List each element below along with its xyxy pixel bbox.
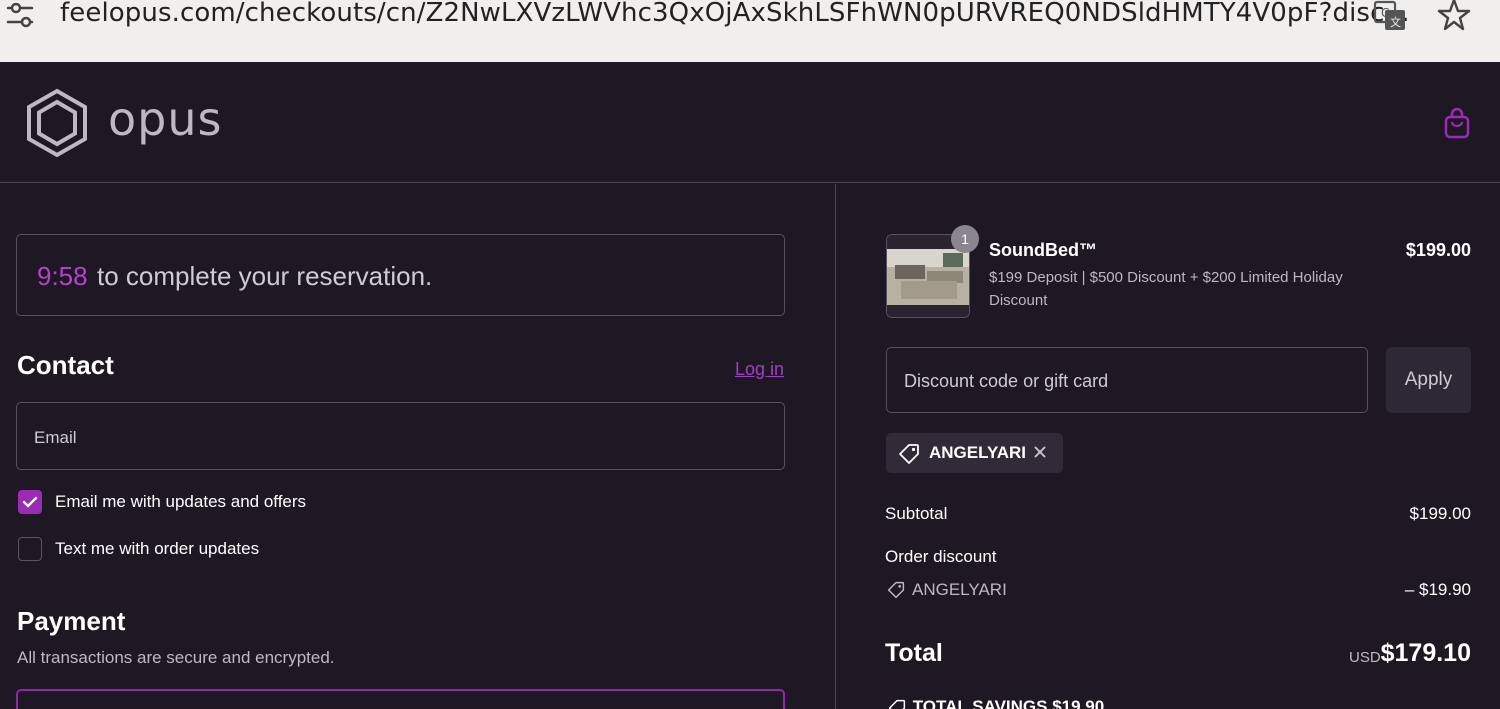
subtotal-value: $199.00 [1409,504,1471,523]
sms-updates-checkbox[interactable] [18,537,42,561]
apply-discount-button[interactable]: Apply [1386,347,1471,413]
discount-code-input[interactable]: Discount code or gift card [886,347,1368,413]
payment-method-option[interactable] [16,689,785,709]
opus-logo-icon[interactable] [22,88,92,158]
svg-text:文: 文 [1390,15,1401,29]
total-currency: USD [1349,649,1381,666]
site-settings-icon[interactable] [4,0,40,36]
order-discount-code-label: ANGELYARI [912,580,1007,599]
tag-icon [887,581,905,599]
login-link[interactable]: Log in [735,359,784,380]
savings-tag-icon [888,699,906,709]
payment-heading: Payment [17,606,126,636]
translate-icon[interactable]: G 文 [1372,0,1408,32]
product-price: $199.00 [1405,240,1471,260]
tag-icon [899,444,919,464]
shopping-bag-icon[interactable] [1442,106,1472,140]
countdown-message: to complete your reservation. [97,261,433,291]
svg-text:G: G [1381,6,1390,20]
total-savings-text: TOTAL SAVINGS $19.90 [912,697,1105,709]
email-updates-label: Email me with updates and offers [55,492,307,511]
order-discount-label: Order discount [885,547,997,566]
total-label: Total [885,639,943,667]
contact-heading: Contact [17,350,114,380]
email-updates-checkbox[interactable] [18,490,42,514]
address-url[interactable]: feelopus.com/checkouts/cn/Z2NwLXVzLWVhc3… [60,0,1410,28]
checkmark-icon [22,496,38,508]
applied-code-label: ANGELYARI [929,443,1026,462]
logo-wordmark[interactable]: opus [108,92,222,146]
browser-address-bar: feelopus.com/checkouts/cn/Z2NwLXVzLWVhc3… [0,0,1500,62]
reservation-timer-banner: 9:58 to complete your reservation. [16,234,785,316]
email-placeholder: Email [34,428,77,447]
countdown-time: 9:58 [37,261,88,291]
payment-subtitle: All transactions are secure and encrypte… [17,648,335,667]
sms-updates-label: Text me with order updates [55,539,260,558]
discount-placeholder: Discount code or gift card [904,371,1109,391]
quantity-badge: 1 [951,225,979,253]
applied-discount-chip: ANGELYARI [886,433,1063,473]
bookmark-star-icon[interactable] [1436,0,1472,32]
total-savings: TOTAL SAVINGS $19.90 [886,697,1104,709]
product-name: SoundBed™ [989,240,1097,260]
order-discount-value: – $19.90 [1404,580,1471,599]
total-value: $179.10 [1380,639,1471,667]
email-field[interactable]: Email [16,402,785,470]
column-divider [835,184,836,709]
product-description: $199 Deposit | $500 Discount + $200 Limi… [989,269,1343,309]
remove-discount-icon[interactable] [1031,443,1049,461]
site-header: opus [0,62,1500,183]
subtotal-label: Subtotal [885,504,948,523]
